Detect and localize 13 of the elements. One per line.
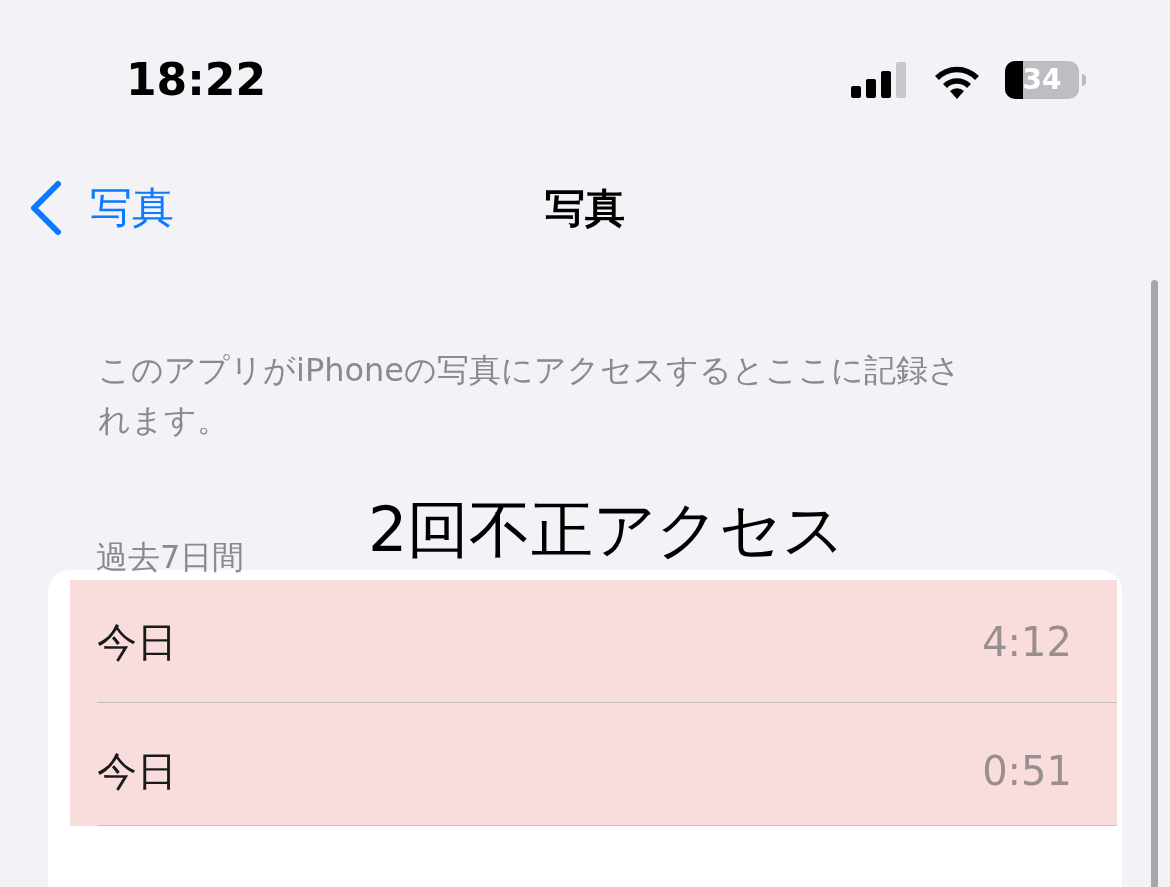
status-time: 18:22 xyxy=(126,53,267,107)
description-text: このアプリがiPhoneの写真にアクセスするとここに記録されます。 xyxy=(98,350,962,441)
chevron-left-icon xyxy=(28,179,62,236)
row-label: 今日 xyxy=(97,746,177,796)
back-button[interactable]: 写真 xyxy=(0,176,174,239)
section-header: 過去7日間 xyxy=(96,537,245,578)
row-label: 今日 xyxy=(97,617,177,667)
annotation-text: 2回不正アクセス xyxy=(368,492,846,568)
nav-title: 写真 xyxy=(545,183,625,233)
signal-icon xyxy=(851,62,909,98)
battery-icon: 34 xyxy=(1005,61,1079,99)
row-time: 0:51 xyxy=(982,746,1072,796)
row-time: 4:12 xyxy=(982,617,1072,667)
